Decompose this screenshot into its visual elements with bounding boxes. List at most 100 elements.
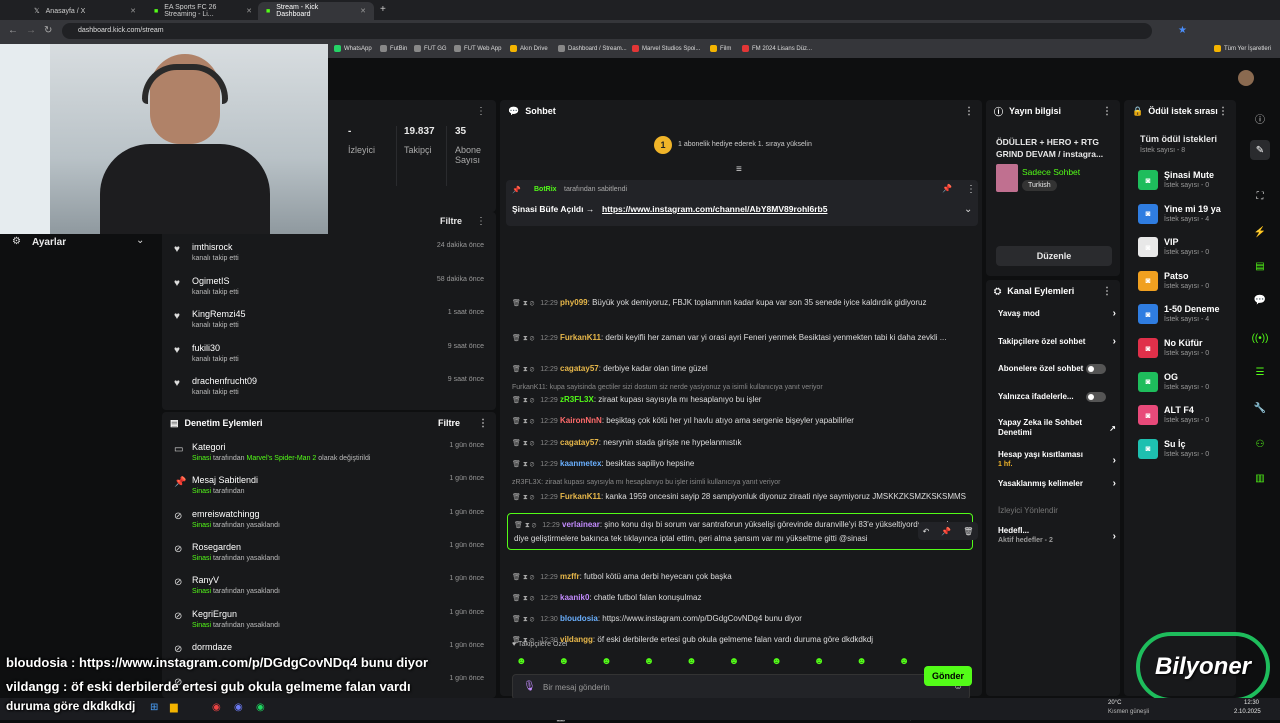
- all-rewards[interactable]: Tüm ödül istekleri: [1140, 134, 1217, 144]
- bolt-icon[interactable]: ⚡: [1250, 222, 1270, 242]
- reward-item[interactable]: ◙ Patso İstek sayısı - 0: [1138, 269, 1238, 299]
- edit-button[interactable]: Düzenle: [996, 246, 1112, 266]
- emote-icon[interactable]: ☻: [899, 656, 910, 670]
- chat-bubble-icon[interactable]: 💬: [1250, 290, 1270, 310]
- emote-icon[interactable]: ☻: [559, 656, 570, 670]
- channel-action-item[interactable]: Hesap yaşı kısıtlaması 1 hf. ›: [998, 450, 1116, 470]
- chat-message[interactable]: 🗑 ⧗ ⊘ 12:29 cagatay57: nesrynin stada gir…: [512, 436, 970, 450]
- forward-icon[interactable]: →: [26, 25, 36, 36]
- chat-message[interactable]: 🗑 ⧗ ⊘ 12:29 verlainear: şino konu dışı bi…: [507, 513, 973, 550]
- emote-icon[interactable]: ☻: [856, 656, 867, 670]
- filter-button[interactable]: Filtre: [440, 216, 462, 226]
- more-icon[interactable]: ⋮: [478, 418, 488, 429]
- discord-icon[interactable]: ◉: [234, 702, 243, 713]
- filter-button[interactable]: Filtre: [438, 418, 460, 428]
- bookmark-fm2024[interactable]: FM 2024 Lisans Düz...: [742, 45, 812, 52]
- emote-icon[interactable]: ☻: [644, 656, 655, 670]
- mod-tools-icon[interactable]: 🗑 ⧗ ⊘: [512, 616, 534, 623]
- chat-username[interactable]: vildangg: [560, 635, 593, 644]
- mod-tools-icon[interactable]: 🗑 ⧗ ⊘: [512, 494, 534, 501]
- reward-item[interactable]: ◙ 1-50 Deneme İstek sayısı - 4: [1138, 302, 1238, 332]
- chat-username[interactable]: cagatay57: [560, 364, 599, 373]
- chat-message[interactable]: 🗑 ⧗ ⊘ 12:30 bloudosia: https://www.instag…: [512, 612, 970, 626]
- channel-action-item[interactable]: Takipçilere özel sohbet ›: [998, 336, 1116, 347]
- chat-input[interactable]: 🎙 Bir mesaj gönderin ☺: [512, 674, 970, 700]
- spotify-icon[interactable]: ◉: [256, 702, 265, 713]
- chat-message[interactable]: 🗑 ⧗ ⊘ 12:29 FurkanK11: kanka 1959 oncesin…: [512, 490, 970, 504]
- mod-tools-icon[interactable]: 🗑 ⧗ ⊘: [512, 397, 534, 404]
- channel-action-item[interactable]: Yasaklanmış kelimeler ›: [998, 478, 1116, 489]
- more-icon[interactable]: ⋮: [476, 216, 486, 227]
- chat-username[interactable]: FurkanK11: [560, 492, 601, 501]
- more-icon[interactable]: ⋮: [476, 106, 486, 117]
- mod-tools-icon[interactable]: 🗑 ⧗ ⊘: [512, 335, 534, 342]
- more-icon[interactable]: ⋮: [1102, 286, 1112, 297]
- tab-ea-sports[interactable]: ■ EA Sports FC 26 Streaming - Li... ✕: [146, 2, 260, 20]
- chat-message[interactable]: 🗑 ⧗ ⊘ 12:29 phy099: Büyük yok demiyoruz, …: [512, 296, 970, 310]
- info-icon[interactable]: ⓘ: [1250, 108, 1270, 128]
- reward-item[interactable]: ◙ ALT F4 İstek sayısı - 0: [1138, 403, 1238, 433]
- emote-icon[interactable]: ☻: [814, 656, 825, 670]
- broadcast-icon[interactable]: ((•)): [1250, 328, 1270, 348]
- more-icon[interactable]: ⋮: [966, 184, 976, 195]
- mod-tools-icon[interactable]: 🗑 ⧗ ⊘: [512, 440, 534, 447]
- reload-icon[interactable]: ↻: [44, 25, 52, 36]
- close-icon[interactable]: ✕: [246, 7, 252, 15]
- mod-tools-icon[interactable]: 🗑 ⧗ ⊘: [512, 300, 534, 307]
- document-icon[interactable]: ▥: [1250, 468, 1270, 488]
- bookmark-futbin[interactable]: FutBin: [380, 45, 407, 52]
- bookmark-marvel[interactable]: Marvel Studios Spoi...: [632, 45, 700, 52]
- more-icon[interactable]: ⋮: [964, 106, 974, 117]
- url-input[interactable]: dashboard.kick.com/stream: [62, 23, 1152, 39]
- emote-icon[interactable]: ☻: [601, 656, 612, 670]
- users-icon[interactable]: ⚇: [1250, 434, 1270, 454]
- avatar[interactable]: [1238, 70, 1254, 86]
- close-icon[interactable]: ✕: [360, 7, 366, 15]
- chat-message[interactable]: 🗑 ⧗ ⊘ 12:29 kaanmetex: besiktas sapiliyo …: [512, 457, 970, 471]
- chevron-down-icon[interactable]: ⌄: [964, 204, 972, 215]
- mod-tools-icon[interactable]: 🗑 ⧗ ⊘: [514, 522, 536, 529]
- back-icon[interactable]: ←: [8, 25, 18, 36]
- category-link[interactable]: Sadece Sohbet: [1022, 167, 1080, 177]
- channel-action-item[interactable]: Hedefl... Aktif hedefler - 2 ›: [998, 526, 1116, 546]
- reward-item[interactable]: ◙ Yine mi 19 ya İstek sayısı - 4: [1138, 202, 1238, 232]
- mod-tools-icon[interactable]: 🗑 ⧗ ⊘: [512, 418, 534, 425]
- reward-item[interactable]: ◙ No Küfür İstek sayısı - 0: [1138, 336, 1238, 366]
- chat-username[interactable]: phy099: [560, 298, 588, 307]
- reward-item[interactable]: ◙ Su İç İstek sayısı - 0: [1138, 437, 1238, 467]
- expand-icon[interactable]: ⛶: [1250, 186, 1270, 206]
- chat-message[interactable]: 🗑 ⧗ ⊘ 12:29 mzffr: futbol kötü ama derbi …: [512, 570, 970, 584]
- reward-item[interactable]: ◙ OG İstek sayısı - 0: [1138, 370, 1238, 400]
- mod-tools-icon[interactable]: 🗑 ⧗ ⊘: [512, 366, 534, 373]
- emote-icon[interactable]: ☻: [686, 656, 697, 670]
- send-button[interactable]: Gönder: [924, 666, 972, 686]
- tab-kick-dashboard[interactable]: ■ Stream - Kick Dashboard ✕: [258, 2, 374, 20]
- emote-icon[interactable]: ☻: [516, 656, 527, 670]
- reply-icon[interactable]: ↶: [923, 527, 930, 536]
- reward-item[interactable]: ◙ Şinasi Mute İstek sayısı - 0: [1138, 168, 1238, 198]
- nav-settings[interactable]: ⚙ Ayarlar ⌄: [0, 233, 160, 253]
- emote-icon[interactable]: ☻: [729, 656, 740, 670]
- chat-username[interactable]: verlainear: [562, 520, 600, 529]
- windows-icon[interactable]: ⊞: [150, 702, 158, 713]
- chat-message[interactable]: 🗑 ⧗ ⊘ 12:29 kaanik0: chatle futbol falan …: [512, 591, 970, 605]
- channel-action-item[interactable]: Yalnızca ifadelerle...: [998, 392, 1116, 402]
- chat-message[interactable]: 🗑 ⧗ ⊘ 12:29 FurkanK11: derbi keyifli her …: [512, 331, 970, 345]
- chat-username[interactable]: FurkanK11: [560, 333, 601, 342]
- chat-username[interactable]: kaanik0: [560, 593, 589, 602]
- tab-x[interactable]: 𝕏 Anasayfa / X ✕: [26, 2, 144, 20]
- new-tab-button[interactable]: +: [380, 4, 386, 15]
- collapse-icon[interactable]: ≡: [736, 164, 742, 175]
- bookmark-futgg[interactable]: FUT GG: [414, 45, 447, 52]
- bookmark-dashboard[interactable]: Dashboard / Stream...: [558, 45, 627, 52]
- chat-username[interactable]: mzffr: [560, 572, 580, 581]
- unpin-icon[interactable]: 📌: [942, 184, 952, 193]
- chat-username[interactable]: zR3FL3X: [560, 395, 594, 404]
- chrome-icon[interactable]: ◉: [212, 702, 221, 713]
- mod-tools-icon[interactable]: 🗑 ⧗ ⊘: [512, 595, 534, 602]
- bookmark-whatsapp[interactable]: WhatsApp: [334, 45, 372, 52]
- more-icon[interactable]: ⋮: [1218, 106, 1228, 117]
- toggle-switch[interactable]: [1086, 392, 1106, 402]
- channel-action-item[interactable]: Yavaş mod ›: [998, 308, 1116, 319]
- mod-tools-icon[interactable]: 🗑 ⧗ ⊘: [512, 574, 534, 581]
